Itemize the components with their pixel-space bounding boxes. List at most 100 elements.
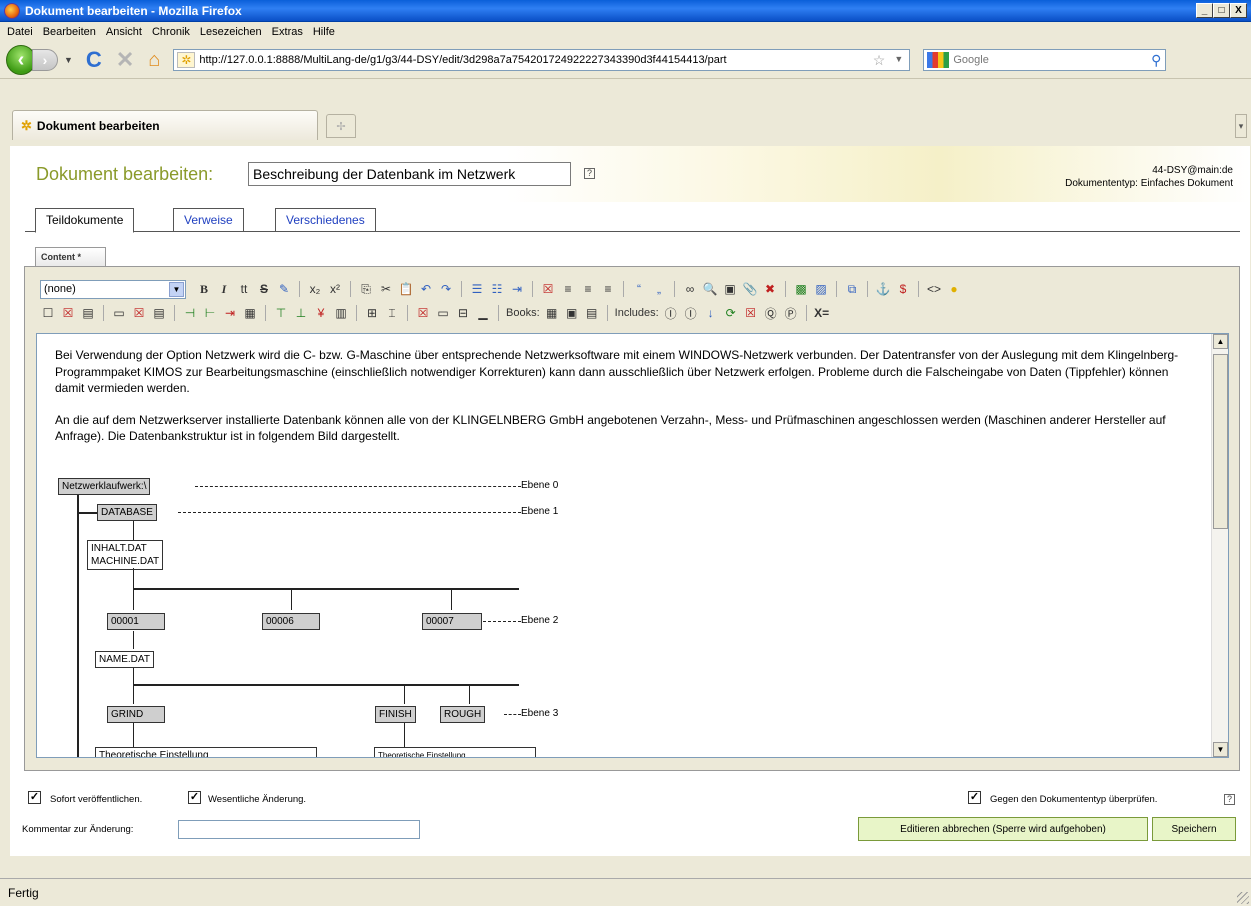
indent-icon[interactable]: ⇥	[509, 281, 525, 297]
insert-row-after-icon[interactable]: ⊥	[293, 305, 309, 321]
validate-help-icon[interactable]: ?	[1224, 794, 1235, 805]
delete-table-icon[interactable]: ☒	[60, 305, 76, 321]
menu-chronik[interactable]: Chronik	[147, 26, 195, 38]
italic-icon[interactable]: I	[216, 281, 232, 297]
insert-row-before-icon[interactable]: ⊤	[273, 305, 289, 321]
delete-column-icon[interactable]: ⇥	[222, 305, 238, 321]
unlink-icon[interactable]: ✖	[762, 281, 778, 297]
toggle-icon[interactable]: ●	[946, 281, 962, 297]
special-char-icon[interactable]: ⧉	[844, 281, 860, 297]
include-down-icon[interactable]: ↓	[703, 305, 719, 321]
numbered-list-icon[interactable]: ☷	[489, 281, 505, 297]
delete-cell-icon[interactable]: ¥	[313, 305, 329, 321]
major-change-checkbox[interactable]: ✓	[188, 791, 201, 804]
delete-cells-icon[interactable]: ☒	[415, 305, 431, 321]
publish-checkbox[interactable]: ✓	[28, 791, 41, 804]
comment-input[interactable]	[178, 820, 420, 839]
row-properties-icon[interactable]: ▤	[151, 305, 167, 321]
menu-ansicht[interactable]: Ansicht	[101, 26, 147, 38]
url-dropdown-icon[interactable]: ▼	[894, 54, 903, 64]
menu-bearbeiten[interactable]: Bearbeiten	[38, 26, 101, 38]
search-box[interactable]: Google ⚲	[923, 49, 1167, 71]
resize-grip-icon[interactable]	[1237, 892, 1249, 904]
minimize-button[interactable]: _	[1196, 3, 1213, 18]
undo-icon[interactable]: ↶	[418, 281, 434, 297]
delete-row-icon[interactable]: ☒	[131, 305, 147, 321]
cancel-edit-button[interactable]: Editieren abbrechen (Sperre wird aufgeho…	[858, 817, 1148, 841]
format-select[interactable]: (none) ▼	[40, 279, 186, 299]
include-query-icon[interactable]: Ⓠ	[763, 305, 779, 321]
highlight-pen-icon[interactable]: ✎	[276, 281, 292, 297]
subscript-icon[interactable]: x₂	[307, 281, 323, 297]
history-dropdown-icon[interactable]: ▼	[64, 55, 73, 65]
tab-list-button[interactable]: ▾	[1235, 114, 1247, 138]
image-properties-icon[interactable]: ▨	[813, 281, 829, 297]
remove-format-icon[interactable]: ☒	[540, 281, 556, 297]
merge-cells-icon[interactable]: ⊞	[364, 305, 380, 321]
editor-vertical-scrollbar[interactable]: ▲ ▼	[1211, 334, 1228, 757]
url-text[interactable]: http://127.0.0.1:8888/MultiLang-de/g1/g3…	[199, 54, 839, 66]
book-icon[interactable]: ▦	[544, 305, 560, 321]
bookmark-star-icon[interactable]: ☆	[873, 52, 886, 69]
search-placeholder[interactable]: Google	[953, 54, 988, 66]
include-remove-icon[interactable]: ☒	[743, 305, 759, 321]
browser-tab[interactable]: ✲ Dokument bearbeiten	[12, 110, 318, 140]
scroll-down-icon[interactable]: ▼	[1213, 742, 1228, 757]
scroll-thumb[interactable]	[1213, 354, 1228, 529]
cell-properties-icon[interactable]: ▥	[333, 305, 349, 321]
include-preview-icon[interactable]: Ⓟ	[783, 305, 799, 321]
document-title-input[interactable]	[248, 162, 571, 186]
cut-icon[interactable]: ✂	[378, 281, 394, 297]
new-tab-button[interactable]: ✢	[326, 114, 356, 138]
help-icon[interactable]: ?	[584, 168, 595, 179]
menu-extras[interactable]: Extras	[267, 26, 308, 38]
split-cell-icon[interactable]: ⌶	[384, 305, 400, 321]
tab-teildokumente[interactable]: Teildokumente	[35, 208, 135, 233]
menu-lesezeichen[interactable]: Lesezeichen	[195, 26, 267, 38]
reload-icon[interactable]: C	[86, 47, 102, 73]
align-left-icon[interactable]: ≡	[560, 281, 576, 297]
editor-content-area[interactable]: Bei Verwendung der Option Netzwerk wird …	[36, 333, 1229, 758]
book-properties-icon[interactable]: ▤	[584, 305, 600, 321]
save-button[interactable]: Speichern	[1152, 817, 1236, 841]
attachment-icon[interactable]: 📎	[742, 281, 758, 297]
close-button[interactable]: X	[1230, 3, 1247, 18]
redo-icon[interactable]: ↷	[438, 281, 454, 297]
align-center-icon[interactable]: ≡	[580, 281, 596, 297]
link-icon[interactable]: ∞	[682, 281, 698, 297]
tab-verweise[interactable]: Verweise	[173, 208, 244, 232]
quote-open-icon[interactable]: “	[631, 281, 647, 297]
table-icon[interactable]: ☐	[40, 305, 56, 321]
include-properties-icon[interactable]: Ⓘ	[683, 305, 699, 321]
header-row-icon[interactable]: ▭	[435, 305, 451, 321]
footer-row-icon[interactable]: ▁	[475, 305, 491, 321]
bold-icon[interactable]: B	[196, 281, 212, 297]
url-bar[interactable]: ✲ http://127.0.0.1:8888/MultiLang-de/g1/…	[173, 49, 911, 71]
search-icon[interactable]: ⚲	[1151, 52, 1161, 69]
menu-datei[interactable]: Datei	[2, 26, 38, 38]
bullet-list-icon[interactable]: ☰	[469, 281, 485, 297]
insert-column-before-icon[interactable]: ⊣	[182, 305, 198, 321]
maximize-button[interactable]: □	[1213, 3, 1230, 18]
book-insert-icon[interactable]: ▣	[564, 305, 580, 321]
paste-icon[interactable]: 📋	[398, 281, 414, 297]
source-code-icon[interactable]: <>	[926, 281, 942, 297]
clear-formatting-icon[interactable]: X=	[814, 305, 830, 321]
insert-image-icon[interactable]: ▣	[722, 281, 738, 297]
find-icon[interactable]: 🔍	[702, 281, 718, 297]
dollar-icon[interactable]: $	[895, 281, 911, 297]
menu-hilfe[interactable]: Hilfe	[308, 26, 340, 38]
forward-button[interactable]: ›	[32, 49, 58, 71]
stop-icon[interactable]: ✕	[116, 47, 134, 73]
anchor-icon[interactable]: ⚓	[875, 281, 891, 297]
column-properties-icon[interactable]: ▦	[242, 305, 258, 321]
scroll-up-icon[interactable]: ▲	[1213, 334, 1228, 349]
validate-checkbox[interactable]: ✓	[968, 791, 981, 804]
insert-column-after-icon[interactable]: ⊢	[202, 305, 218, 321]
strikethrough-icon[interactable]: S	[256, 281, 272, 297]
site-identity-icon[interactable]: ✲	[177, 52, 196, 68]
image-icon[interactable]: ▩	[793, 281, 809, 297]
row-icon[interactable]: ▭	[111, 305, 127, 321]
google-engine-icon[interactable]	[927, 52, 950, 68]
table-properties-icon[interactable]: ▤	[80, 305, 96, 321]
